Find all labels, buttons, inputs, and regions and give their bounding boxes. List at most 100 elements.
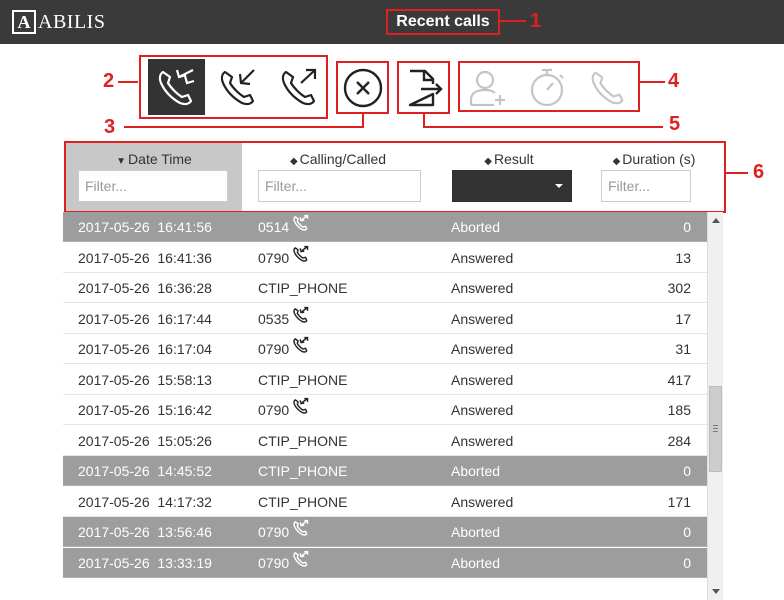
date-time-filter-input[interactable] — [78, 170, 228, 202]
cell-calling-called: CTIP_PHONE — [258, 273, 347, 303]
vertical-scrollbar[interactable] — [707, 212, 723, 600]
table-row[interactable]: 2017-05-26 16:17:04 0790 Answered 31 — [63, 334, 707, 364]
clear-button[interactable] — [340, 65, 385, 110]
cell-result: Answered — [451, 250, 514, 266]
annotation-line-1 — [500, 20, 526, 22]
cell-duration: 31 — [675, 341, 691, 357]
cell-number-text: 0790 — [258, 250, 290, 266]
cell-result: Answered — [451, 280, 514, 296]
column-header-duration[interactable]: ◆ Duration (s) — [584, 143, 724, 211]
cell-duration: 17 — [675, 311, 691, 327]
annotation-2: 2 — [103, 70, 115, 92]
column-label-duration[interactable]: ◆ Duration (s) — [584, 151, 724, 167]
table-row[interactable]: 2017-05-26 13:56:46 0790 Aborted 0 — [63, 517, 707, 547]
cell-duration: 0 — [683, 555, 691, 571]
cell-date-time: 2017-05-26 16:41:56 — [78, 219, 212, 235]
cell-calling-called: 0790 — [258, 395, 310, 425]
add-contact-icon — [469, 70, 505, 106]
filter-all-calls-button[interactable] — [148, 59, 205, 115]
table-row[interactable]: 2017-05-26 16:41:56 0514 Aborted 0 — [63, 212, 707, 242]
cell-duration: 0 — [683, 524, 691, 540]
table-header: ▼Date Time ◆Calling/Called ◆Result ◆Dura… — [66, 143, 724, 211]
cell-date-time: 2017-05-26 15:58:13 — [78, 372, 212, 388]
cell-date-time: 2017-05-26 13:33:19 — [78, 555, 212, 571]
cell-duration: 417 — [667, 372, 691, 388]
table-row[interactable]: 2017-05-26 16:41:36 0790 Answered 13 — [63, 243, 707, 273]
scroll-down-arrow-icon[interactable] — [712, 589, 720, 594]
table-row[interactable]: 2017-05-26 15:16:42 0790 Answered 185 — [63, 395, 707, 425]
call-list: 2017-05-26 16:41:56 0514 Aborted 0 2017-05-2… — [63, 212, 707, 600]
phone-outgoing-icon — [281, 68, 316, 106]
phone-call-button[interactable] — [584, 64, 634, 109]
annotation-line-2 — [118, 81, 138, 83]
phone-all-directions-icon — [293, 397, 309, 414]
sort-desc-icon: ▼ — [116, 156, 127, 167]
sort-both-icon: ◆ — [612, 156, 621, 167]
cell-number-text: 0790 — [258, 402, 290, 418]
cell-result: Answered — [451, 494, 514, 510]
cell-result: Answered — [451, 372, 514, 388]
scrollbar-thumb[interactable] — [709, 386, 722, 472]
cell-duration: 171 — [667, 494, 691, 510]
chevron-down-icon — [555, 184, 563, 188]
cell-date-time: 2017-05-26 16:41:36 — [78, 250, 212, 266]
calling-called-filter-input[interactable] — [258, 170, 421, 202]
cell-date-time: 2017-05-26 15:16:42 — [78, 402, 212, 418]
annotation-5: 5 — [669, 113, 681, 135]
column-label-result[interactable]: ◆ Result — [434, 151, 584, 167]
cell-result: Aborted — [451, 219, 501, 235]
column-header-calling-called[interactable]: ◆ Calling/Called — [242, 143, 434, 211]
column-header-result[interactable]: ◆ Result — [434, 143, 584, 211]
add-contact-button[interactable] — [462, 64, 512, 109]
cell-number-text: CTIP_PHONE — [258, 494, 348, 510]
result-filter-select[interactable] — [452, 170, 572, 202]
cell-date-time: 2017-05-26 14:17:32 — [78, 494, 212, 510]
cell-date-time: 2017-05-26 13:56:46 — [78, 524, 212, 540]
annotation-1: 1 — [530, 10, 542, 32]
export-file-icon — [408, 69, 443, 106]
table-row[interactable]: 2017-05-26 16:36:28 CTIP_PHONE Answered 302 — [63, 273, 707, 303]
cell-calling-called: 0514 — [258, 212, 310, 242]
logo-mark: A — [12, 10, 36, 34]
cell-date-time: 2017-05-26 14:45:52 — [78, 463, 212, 479]
table-row[interactable]: 2017-05-26 14:45:52 CTIP_PHONE Aborted 0 — [63, 456, 707, 486]
page-title: Recent calls — [386, 9, 500, 35]
export-button[interactable] — [401, 65, 446, 110]
clear-x-icon — [343, 68, 382, 107]
cell-calling-called: 0790 — [258, 334, 310, 364]
cell-duration: 185 — [667, 402, 691, 418]
table-row[interactable]: 2017-05-26 13:33:19 0790 Aborted 0 — [63, 548, 707, 578]
table-row[interactable]: 2017-05-26 14:17:32 CTIP_PHONE Answered 171 — [63, 487, 707, 517]
phone-all-directions-icon — [293, 245, 309, 262]
annotation-3: 3 — [104, 116, 116, 138]
table-row[interactable]: 2017-05-26 15:05:26 CTIP_PHONE Answered 284 — [63, 426, 707, 456]
duration-filter-input[interactable] — [601, 170, 691, 202]
cell-result: Answered — [451, 402, 514, 418]
column-label-calling-called[interactable]: ◆ Calling/Called — [242, 151, 434, 167]
cell-number-text: 0790 — [258, 341, 290, 357]
phone-all-directions-icon — [158, 69, 194, 106]
phone-call-icon — [591, 71, 624, 104]
column-label-date-time[interactable]: ▼ Date Time — [66, 151, 242, 167]
annotation-6: 6 — [753, 161, 765, 183]
phone-all-directions-icon — [293, 336, 309, 353]
cell-number-text: CTIP_PHONE — [258, 280, 348, 296]
filter-incoming-calls-button[interactable] — [210, 59, 267, 115]
phone-all-directions-icon — [293, 550, 309, 567]
table-row[interactable]: 2017-05-26 16:17:44 0535 Answered 17 — [63, 304, 707, 334]
logo-text: ABILIS — [38, 10, 106, 33]
scroll-up-arrow-icon[interactable] — [712, 218, 720, 223]
table-row[interactable]: 2017-05-26 15:58:13 CTIP_PHONE Answered 417 — [63, 365, 707, 395]
filter-outgoing-calls-button[interactable] — [271, 59, 328, 115]
cell-date-time: 2017-05-26 16:36:28 — [78, 280, 212, 296]
cell-result: Answered — [451, 433, 514, 449]
cell-calling-called: 0790 — [258, 517, 310, 547]
cell-date-time: 2017-05-26 15:05:26 — [78, 433, 212, 449]
column-header-date-time[interactable]: ▼ Date Time — [66, 143, 242, 211]
top-bar: A ABILIS Recent calls — [0, 0, 784, 44]
stopwatch-button[interactable] — [522, 64, 572, 109]
cell-date-time: 2017-05-26 16:17:04 — [78, 341, 212, 357]
cell-result: Aborted — [451, 524, 501, 540]
cell-calling-called: 0535 — [258, 304, 310, 334]
sort-both-icon: ◆ — [289, 156, 298, 167]
